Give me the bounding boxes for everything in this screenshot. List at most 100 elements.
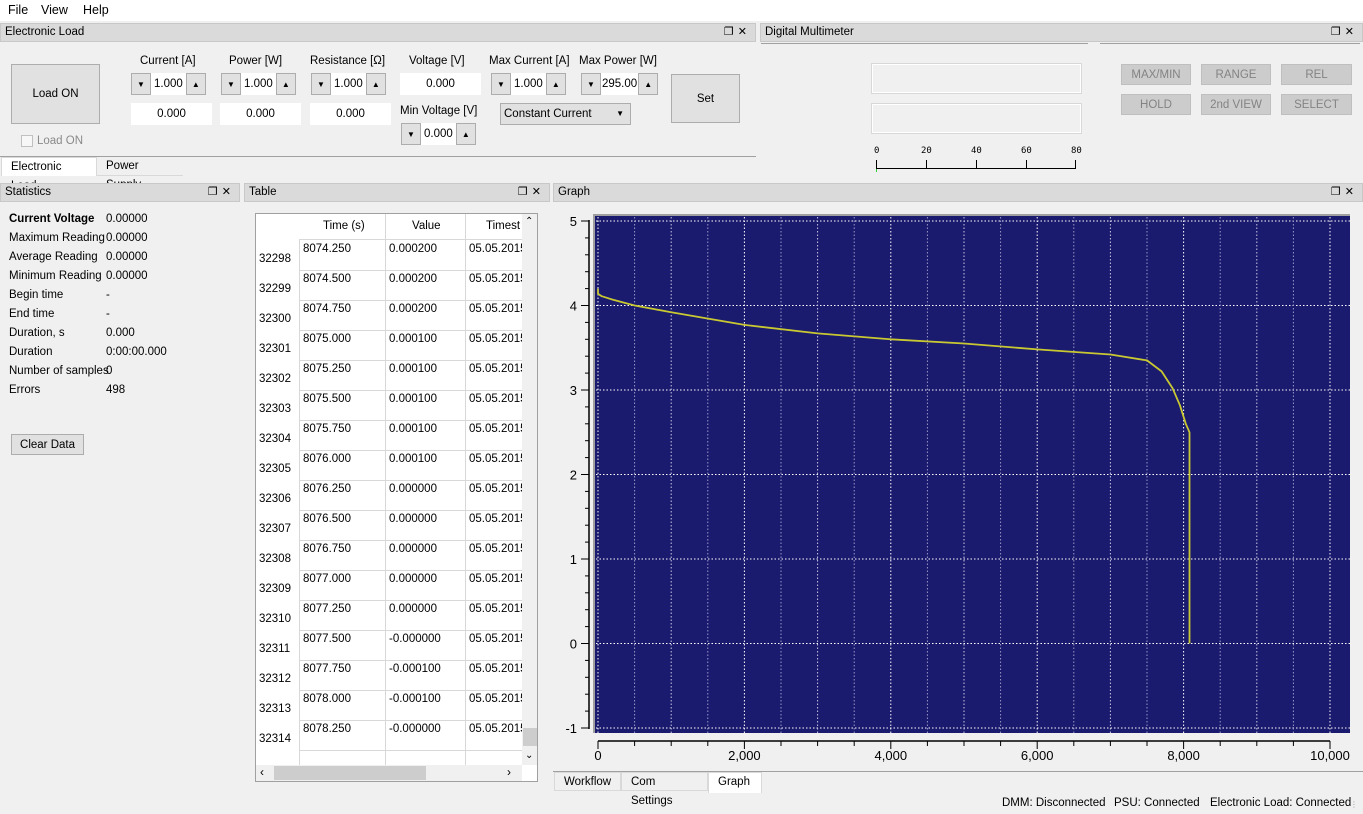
max-current-spinbox[interactable]: ▼ 1.000 ▲ <box>491 73 566 95</box>
float-icon[interactable]: ❐ <box>724 26 738 38</box>
resize-grip-icon[interactable]: ⋮ <box>1350 800 1358 809</box>
increment-icon[interactable]: ▲ <box>545 73 566 95</box>
cell-time[interactable]: 8077.500 <box>303 633 383 645</box>
scrollbar-thumb[interactable] <box>274 766 426 780</box>
row-header[interactable]: 32309 <box>259 583 291 595</box>
decrement-icon[interactable]: ▼ <box>581 73 601 95</box>
cell-time[interactable]: 8078.000 <box>303 693 383 705</box>
max-power-spinbox[interactable]: ▼ 295.00 ▲ <box>581 73 659 95</box>
decrement-icon[interactable]: ▼ <box>131 73 151 95</box>
row-header[interactable]: 32298 <box>259 253 291 265</box>
column-header-time[interactable]: Time (s) <box>323 220 365 232</box>
row-header[interactable]: 32301 <box>259 343 291 355</box>
2nd-view-button[interactable]: 2nd VIEW <box>1201 94 1271 115</box>
load-on-checkbox[interactable] <box>21 135 33 147</box>
table-row[interactable]: 32313 8078.000 -0.000100 05.05.2015 <box>256 690 522 721</box>
cell-timestamp[interactable]: 05.05.2015 <box>469 723 522 735</box>
cell-timestamp[interactable]: 05.05.2015 <box>469 453 522 465</box>
float-icon[interactable]: ❐ <box>518 186 532 198</box>
row-header[interactable]: 32299 <box>259 283 291 295</box>
select-button[interactable]: SELECT <box>1281 94 1352 115</box>
decrement-icon[interactable]: ▼ <box>401 123 421 145</box>
cell-value[interactable]: -0.000000 <box>389 723 463 735</box>
rel-button[interactable]: REL <box>1281 64 1352 85</box>
cell-value[interactable]: 0.000100 <box>389 363 463 375</box>
table-row[interactable]: 32312 8077.750 -0.000100 05.05.2015 <box>256 660 522 691</box>
cell-value[interactable]: -0.000000 <box>389 633 463 645</box>
close-icon[interactable]: ✕ <box>1345 26 1358 38</box>
tab-com-settings[interactable]: Com Settings <box>621 772 708 807</box>
cell-value[interactable]: 0.000100 <box>389 453 463 465</box>
close-icon[interactable]: ✕ <box>222 186 235 198</box>
increment-icon[interactable]: ▲ <box>185 73 206 95</box>
cell-value[interactable]: 0.000200 <box>389 303 463 315</box>
menu-view[interactable]: View <box>41 3 68 17</box>
row-header[interactable]: 32308 <box>259 553 291 565</box>
cell-time[interactable]: 8077.250 <box>303 603 383 615</box>
float-icon[interactable]: ❐ <box>1331 186 1345 198</box>
row-header[interactable]: 32314 <box>259 733 291 745</box>
cell-timestamp[interactable]: 05.05.2015 <box>469 363 522 375</box>
load-on-button[interactable]: Load ON <box>11 64 100 124</box>
range-button[interactable]: RANGE <box>1201 64 1271 85</box>
max-min-button[interactable]: MAX/MIN <box>1121 64 1191 85</box>
current-spinbox[interactable]: ▼ 1.000 ▲ <box>131 73 206 95</box>
hold-button[interactable]: HOLD <box>1121 94 1191 115</box>
cell-timestamp[interactable]: 05.05.2015 <box>469 543 522 555</box>
cell-timestamp[interactable]: 05.05.2015 <box>469 663 522 675</box>
tab-power-supply[interactable]: Power Supply <box>97 157 183 191</box>
table-row[interactable]: 32304 8075.750 0.000100 05.05.2015 <box>256 420 522 451</box>
scroll-left-icon[interactable]: ‹ <box>260 765 264 779</box>
cell-time[interactable]: 8075.500 <box>303 393 383 405</box>
resistance-spinbox[interactable]: ▼ 1.000 ▲ <box>311 73 386 95</box>
cell-timestamp[interactable]: 05.05.2015 <box>469 693 522 705</box>
table-row[interactable]: 32302 8075.250 0.000100 05.05.2015 <box>256 360 522 391</box>
power-spinbox[interactable]: ▼ 1.000 ▲ <box>221 73 296 95</box>
row-header[interactable]: 32306 <box>259 493 291 505</box>
cell-value[interactable]: 0.000000 <box>389 573 463 585</box>
float-icon[interactable]: ❐ <box>208 186 222 198</box>
cell-value[interactable]: 0.000100 <box>389 423 463 435</box>
cell-time[interactable]: 8074.750 <box>303 303 383 315</box>
column-header-value[interactable]: Value <box>412 220 441 232</box>
menu-file[interactable]: File <box>8 3 28 17</box>
mode-select[interactable]: Constant Current ▼ <box>500 103 631 125</box>
tab-graph[interactable]: Graph <box>708 772 762 793</box>
cell-timestamp[interactable]: 05.05.2015 <box>469 423 522 435</box>
cell-time[interactable]: 8076.500 <box>303 513 383 525</box>
cell-value[interactable]: 0.000100 <box>389 393 463 405</box>
cell-value[interactable]: 0.000000 <box>389 603 463 615</box>
scrollbar-thumb[interactable] <box>523 728 537 746</box>
cell-time[interactable]: 8075.250 <box>303 363 383 375</box>
tab-electronic-load[interactable]: Electronic Load <box>1 157 97 192</box>
table-row[interactable]: 32301 8075.000 0.000100 05.05.2015 <box>256 330 522 361</box>
cell-timestamp[interactable]: 05.05.2015 <box>469 303 522 315</box>
row-header[interactable]: 32311 <box>259 643 290 655</box>
cell-value[interactable]: -0.000100 <box>389 693 463 705</box>
set-button[interactable]: Set <box>671 74 740 123</box>
menu-help[interactable]: Help <box>83 3 109 17</box>
cell-timestamp[interactable]: 05.05.2015 <box>469 513 522 525</box>
table-row[interactable]: 32298 8074.250 0.000200 05.05.2015 <box>256 240 522 271</box>
close-icon[interactable]: ✕ <box>1345 186 1358 198</box>
cell-time[interactable]: 8078.250 <box>303 723 383 735</box>
table-row[interactable]: 32311 8077.500 -0.000000 05.05.2015 <box>256 630 522 661</box>
cell-time[interactable]: 8075.750 <box>303 423 383 435</box>
scroll-up-icon[interactable]: ⌃ <box>525 216 533 227</box>
close-icon[interactable]: ✕ <box>738 26 751 38</box>
cell-time[interactable]: 8074.500 <box>303 273 383 285</box>
increment-icon[interactable]: ▲ <box>455 123 476 145</box>
cell-value[interactable]: 0.000000 <box>389 513 463 525</box>
scroll-right-icon[interactable]: › <box>507 765 511 779</box>
cell-timestamp[interactable]: 05.05.2015 <box>469 633 522 645</box>
close-icon[interactable]: ✕ <box>532 186 545 198</box>
row-header[interactable]: 32313 <box>259 703 291 715</box>
table-row[interactable]: 32303 8075.500 0.000100 05.05.2015 <box>256 390 522 421</box>
cell-value[interactable]: 0.000000 <box>389 483 463 495</box>
cell-time[interactable]: 8077.000 <box>303 573 383 585</box>
cell-timestamp[interactable]: 05.05.2015 <box>469 243 522 255</box>
table-row[interactable]: 32307 8076.500 0.000000 05.05.2015 <box>256 510 522 541</box>
table-row[interactable]: 32300 8074.750 0.000200 05.05.2015 <box>256 300 522 331</box>
table-row[interactable]: 32314 8078.250 -0.000000 05.05.2015 <box>256 720 522 751</box>
decrement-icon[interactable]: ▼ <box>311 73 331 95</box>
